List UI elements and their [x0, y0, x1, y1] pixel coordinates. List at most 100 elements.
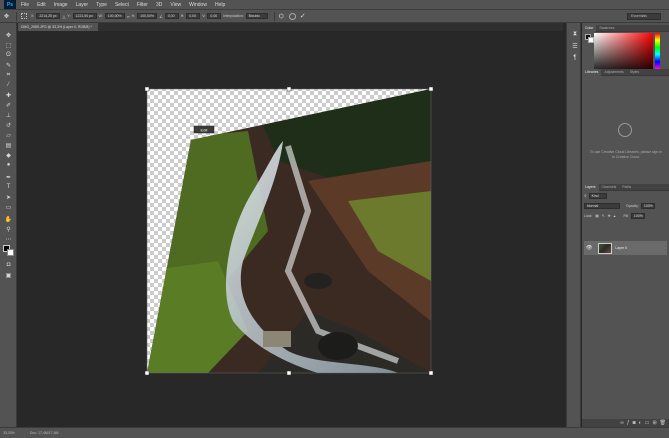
- type-icon[interactable]: T: [4, 183, 13, 191]
- warp-toggle-icon[interactable]: ⌬: [279, 13, 284, 20]
- history-brush-icon[interactable]: ↺: [4, 121, 13, 129]
- move-icon[interactable]: ✥: [4, 31, 13, 39]
- lock-all-icon[interactable]: 🔒︎: [614, 214, 616, 218]
- document-tab[interactable]: DMG_2989.JPG @ 33,3% (Layer 0, RGB/8) *: [18, 23, 98, 31]
- fx-icon[interactable]: ƒ: [627, 420, 630, 426]
- gradient-icon[interactable]: ▤: [4, 141, 13, 149]
- layer-name[interactable]: Layer 0: [615, 246, 627, 250]
- tab-channels[interactable]: Channels: [599, 184, 620, 191]
- menu-file[interactable]: File: [21, 2, 29, 8]
- cancel-transform-icon[interactable]: [288, 12, 296, 20]
- properties-icon[interactable]: ☰: [571, 43, 579, 51]
- hand-icon[interactable]: ✋: [4, 215, 13, 223]
- transform-handle-bottom[interactable]: [286, 370, 292, 376]
- tab-styles[interactable]: Styles: [627, 69, 643, 76]
- tab-color[interactable]: Color: [582, 24, 597, 32]
- transform-handle-top[interactable]: [286, 86, 292, 92]
- menu-3d[interactable]: 3D: [156, 2, 162, 8]
- angle-icon: ∠: [159, 13, 163, 19]
- dodge-icon[interactable]: ●: [4, 161, 13, 169]
- history-icon[interactable]: ⧗: [571, 31, 579, 39]
- x-field[interactable]: 2214,25 px: [36, 13, 61, 19]
- vskew-field[interactable]: 0,00: [207, 13, 222, 19]
- link-icon[interactable]: ∞: [127, 14, 130, 19]
- more-tools-icon[interactable]: ⋯: [4, 235, 13, 243]
- width-field[interactable]: 100,00%: [104, 13, 125, 19]
- lock-paint-icon[interactable]: ✎: [602, 214, 605, 218]
- blur-icon[interactable]: ◆: [4, 151, 13, 159]
- hskew-field[interactable]: 0,00: [186, 13, 201, 19]
- transform-handle-bottom-right[interactable]: [428, 370, 434, 376]
- layer-filter-row: ⚲ Kind: [584, 193, 667, 199]
- status-bar: 33,33% Doc: 17,4M/17,4M: [0, 427, 669, 438]
- y-label: Y:: [67, 14, 71, 18]
- stamp-icon[interactable]: ⊥: [4, 111, 13, 119]
- background-color-swatch[interactable]: [7, 249, 14, 256]
- height-field[interactable]: 100,00%: [137, 13, 158, 19]
- commit-transform-icon[interactable]: ✓: [300, 12, 306, 20]
- document-canvas[interactable]: Edit: [18, 31, 563, 427]
- interpolation-select[interactable]: Bicubic: [245, 13, 268, 19]
- adjustment-layer-icon[interactable]: ◐: [639, 420, 642, 426]
- menu-window[interactable]: Window: [189, 2, 207, 8]
- layer-row-layer-0[interactable]: 👁︎ Layer 0: [584, 241, 667, 255]
- marquee-icon[interactable]: ⬚: [4, 41, 13, 49]
- tab-adjustments[interactable]: Adjustments: [601, 69, 626, 76]
- menu-edit[interactable]: Edit: [37, 2, 46, 8]
- lock-move-icon[interactable]: ✥: [608, 214, 611, 218]
- y-field[interactable]: 1221,50 px: [72, 13, 97, 19]
- eyedropper-icon[interactable]: ⁄: [4, 81, 13, 89]
- quick-mask-icon[interactable]: ◘: [4, 261, 13, 269]
- link-layers-icon[interactable]: ∞: [620, 420, 624, 426]
- tab-layers[interactable]: Layers: [582, 183, 599, 191]
- transform-handle-top-left[interactable]: [144, 86, 150, 92]
- workspace-switcher[interactable]: Essentials: [627, 13, 661, 20]
- tab-libraries[interactable]: Libraries: [582, 68, 602, 76]
- eraser-icon[interactable]: ▱: [4, 131, 13, 139]
- reference-point-icon[interactable]: [21, 13, 28, 19]
- delete-layer-icon[interactable]: 🗑︎: [660, 420, 666, 426]
- shape-icon[interactable]: ▭: [4, 203, 13, 211]
- menu-image[interactable]: Image: [54, 2, 68, 8]
- paragraph-icon[interactable]: ¶: [571, 55, 579, 63]
- transform-handle-bottom-left[interactable]: [144, 370, 150, 376]
- new-group-icon[interactable]: ▭: [645, 420, 650, 426]
- search-icon: ⚲: [584, 194, 587, 198]
- healing-icon[interactable]: ✚: [4, 91, 13, 99]
- zoom-icon[interactable]: ⚲: [4, 225, 13, 233]
- quick-select-icon[interactable]: ✎: [4, 61, 13, 69]
- kind-filter-select[interactable]: Kind: [588, 193, 607, 199]
- tab-paths[interactable]: Paths: [619, 184, 634, 191]
- menu-help[interactable]: Help: [215, 2, 225, 8]
- canvas-area[interactable]: Edit: [18, 31, 563, 427]
- hskew-label: H:: [180, 14, 185, 18]
- zoom-level[interactable]: 33,33%: [3, 431, 15, 435]
- menu-view[interactable]: View: [170, 2, 181, 8]
- panel-dock: ⧗ ☰ ¶: [566, 23, 581, 427]
- visibility-eye-icon[interactable]: 👁︎: [586, 245, 592, 251]
- lasso-icon[interactable]: ʘ: [4, 51, 13, 59]
- blend-row: Normal Opacity: 100%: [584, 203, 667, 209]
- blend-mode-select[interactable]: Normal: [584, 203, 620, 209]
- transform-tool-icon: ✥: [4, 13, 10, 20]
- tab-swatches[interactable]: Swatches: [596, 25, 617, 32]
- lock-transparent-icon[interactable]: ▦: [595, 214, 598, 218]
- separator: [16, 11, 18, 21]
- menu-select[interactable]: Select: [115, 2, 129, 8]
- menu-filter[interactable]: Filter: [137, 2, 148, 8]
- transform-handle-top-right[interactable]: [428, 86, 434, 92]
- screen-mode-icon[interactable]: ▣: [4, 271, 13, 279]
- new-layer-icon[interactable]: ⊞: [652, 420, 656, 426]
- pen-icon[interactable]: ✒: [4, 173, 13, 181]
- angle-field[interactable]: 0,00: [164, 13, 179, 19]
- path-select-icon[interactable]: ➤: [4, 193, 13, 201]
- menu-bar: Ps File Edit Image Layer Type Select Fil…: [0, 0, 669, 10]
- add-mask-icon[interactable]: ◙: [633, 420, 636, 426]
- opacity-field[interactable]: 100%: [640, 203, 655, 209]
- crop-icon[interactable]: ⌗: [4, 71, 13, 79]
- menu-type[interactable]: Type: [96, 2, 107, 8]
- menu-layer[interactable]: Layer: [76, 2, 89, 8]
- delta-icon[interactable]: △: [62, 14, 65, 19]
- brush-icon[interactable]: ✐: [4, 101, 13, 109]
- fill-field[interactable]: 100%: [630, 213, 645, 219]
